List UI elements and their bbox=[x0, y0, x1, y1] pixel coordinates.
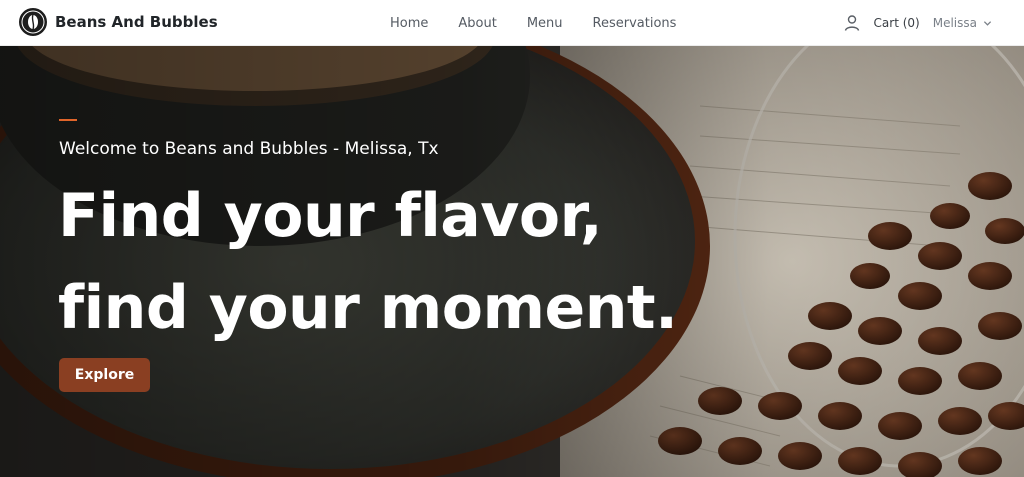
navbar: Beans And Bubbles Home About Menu Reserv… bbox=[0, 0, 1024, 46]
main-nav: Home About Menu Reservations bbox=[375, 0, 691, 46]
brand[interactable]: Beans And Bubbles bbox=[19, 8, 218, 36]
nav-link-menu[interactable]: Menu bbox=[512, 16, 578, 31]
headline-line-2: find your moment. bbox=[58, 273, 678, 343]
headline-line-1: Find your flavor, bbox=[58, 181, 603, 251]
brand-logo bbox=[19, 8, 47, 36]
brand-name: Beans And Bubbles bbox=[55, 13, 218, 31]
explore-button[interactable]: Explore bbox=[59, 358, 150, 392]
cart-link[interactable]: Cart (0) bbox=[874, 16, 920, 30]
user-menu[interactable]: Melissa bbox=[933, 16, 992, 30]
user-name: Melissa bbox=[932, 16, 977, 30]
nav-right: Cart (0) Melissa bbox=[843, 0, 992, 46]
hero-section: Welcome to Beans and Bubbles - Melissa, … bbox=[0, 46, 1024, 477]
nav-link-about[interactable]: About bbox=[443, 16, 511, 31]
accent-line bbox=[59, 119, 77, 121]
nav-link-reservations[interactable]: Reservations bbox=[578, 16, 692, 31]
welcome-text: Welcome to Beans and Bubbles - Melissa, … bbox=[59, 139, 439, 159]
user-icon[interactable] bbox=[843, 14, 861, 32]
chevron-down-icon bbox=[983, 19, 992, 28]
hero-headline: Find your flavor, find your moment. bbox=[58, 170, 678, 354]
nav-link-home[interactable]: Home bbox=[375, 16, 443, 31]
